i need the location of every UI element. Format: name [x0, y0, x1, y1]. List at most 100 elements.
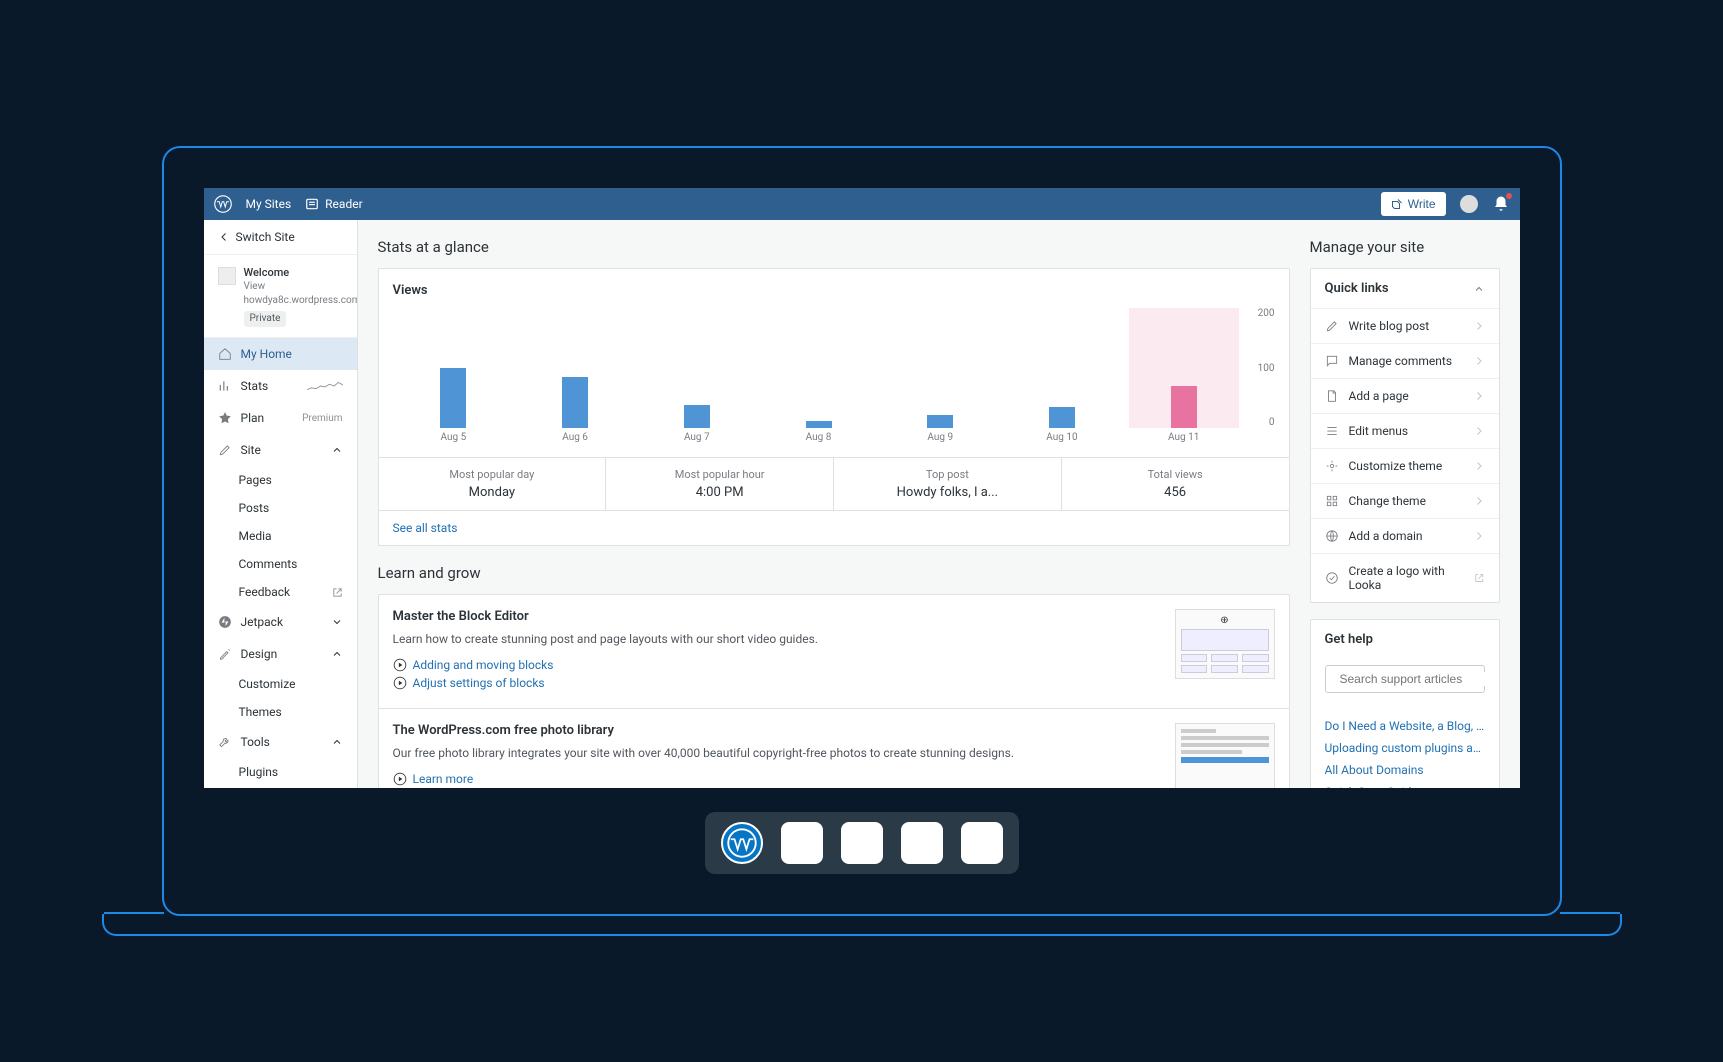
- switch-site-button[interactable]: Switch Site: [204, 220, 357, 255]
- reader-icon: [305, 197, 319, 211]
- nav-label: Jetpack: [241, 615, 284, 629]
- top-bar: My Sites Reader Write: [204, 188, 1520, 220]
- sidebar-sub-import[interactable]: Import: [204, 786, 357, 788]
- quick-link-menu[interactable]: Edit menus: [1311, 413, 1499, 448]
- chart-y-tick: 200: [1249, 308, 1275, 319]
- sidebar-item-jetpack[interactable]: Jetpack: [204, 606, 357, 638]
- chevron-right-icon: [1473, 495, 1485, 507]
- stats-summary-row: Most popular day Monday Most popular hour4…: [379, 457, 1289, 510]
- sidebar-sub-pages[interactable]: Pages: [204, 466, 357, 494]
- sidebar-item-stats[interactable]: Stats: [204, 370, 357, 402]
- stat-value: Monday: [383, 485, 602, 500]
- chevron-down-icon: [331, 616, 343, 628]
- chevron-right-icon: [1473, 530, 1485, 542]
- globe-icon: [1325, 529, 1339, 543]
- quick-link-label: Manage comments: [1349, 354, 1453, 368]
- dock-app-1[interactable]: [781, 822, 823, 864]
- quick-link-comment[interactable]: Manage comments: [1311, 343, 1499, 378]
- jetpack-icon: [218, 615, 232, 629]
- sidebar-item-tools[interactable]: Tools: [204, 726, 357, 758]
- nav-label: Site: [241, 443, 261, 457]
- notifications-button[interactable]: [1492, 195, 1510, 213]
- reader-link[interactable]: Reader: [305, 197, 362, 211]
- get-help-title: Get help: [1311, 620, 1499, 659]
- learn-title: The WordPress.com free photo library: [393, 723, 1161, 738]
- sidebar-sub-posts[interactable]: Posts: [204, 494, 357, 522]
- help-article-link[interactable]: Quick-Start Guide: [1325, 781, 1485, 788]
- dock: [204, 812, 1520, 874]
- customize-icon: [1325, 459, 1339, 473]
- chart-bar[interactable]: [764, 421, 874, 428]
- sidebar-item-plan[interactable]: Plan Premium: [204, 402, 357, 434]
- chart-x-label: Aug 10: [1007, 432, 1117, 443]
- learn-link[interactable]: Adjust settings of blocks: [393, 676, 1161, 690]
- site-info[interactable]: Welcome View howdya8c.wordpress.com Priv…: [204, 255, 357, 338]
- help-article-link[interactable]: All About Domains: [1325, 759, 1485, 781]
- sidebar-sub-themes[interactable]: Themes: [204, 698, 357, 726]
- quick-link-pencil[interactable]: Write blog post: [1311, 308, 1499, 343]
- learn-thumbnail: ⊕: [1175, 609, 1275, 679]
- learn-heading: Learn and grow: [378, 564, 1290, 582]
- chart-bar[interactable]: [1007, 407, 1117, 428]
- quick-link-grid[interactable]: Change theme: [1311, 483, 1499, 518]
- stat-label: Most popular day: [383, 468, 602, 481]
- write-button[interactable]: Write: [1381, 192, 1446, 216]
- quick-link-label: Edit menus: [1349, 424, 1409, 438]
- search-input-field[interactable]: [1340, 672, 1495, 686]
- wordpress-logo-icon: [214, 195, 232, 213]
- page-icon: [1325, 389, 1339, 403]
- star-icon: [218, 411, 232, 425]
- quick-links-header[interactable]: Quick links: [1311, 269, 1499, 308]
- quick-link-customize[interactable]: Customize theme: [1311, 448, 1499, 483]
- learn-link[interactable]: Adding and moving blocks: [393, 658, 1161, 672]
- search-support-input[interactable]: [1325, 665, 1485, 693]
- stat-cell: Total views456: [1062, 458, 1289, 510]
- chart-bar[interactable]: [520, 377, 630, 428]
- nav-label: Stats: [241, 379, 269, 393]
- get-help-panel: Get help Do I Need a Website, a Blog, or…: [1310, 619, 1500, 788]
- dock-app-2[interactable]: [841, 822, 883, 864]
- chart-bar[interactable]: [399, 368, 509, 428]
- sidebar-sub-comments[interactable]: Comments: [204, 550, 357, 578]
- help-article-link[interactable]: Do I Need a Website, a Blog, or a W...: [1325, 715, 1485, 737]
- chart-bar[interactable]: [885, 415, 995, 428]
- app-window: My Sites Reader Write: [204, 188, 1520, 788]
- avatar[interactable]: [1460, 195, 1478, 213]
- my-sites-link[interactable]: My Sites: [246, 197, 292, 211]
- notification-dot: [1506, 193, 1512, 199]
- dock-app-3[interactable]: [901, 822, 943, 864]
- external-link-icon: [332, 587, 343, 598]
- stat-value: 4:00 PM: [610, 485, 829, 500]
- dock-app-4[interactable]: [961, 822, 1003, 864]
- manage-site-heading: Manage your site: [1310, 238, 1500, 256]
- quick-link-label: Write blog post: [1349, 319, 1430, 333]
- learn-link[interactable]: Learn more: [393, 772, 1161, 786]
- stats-heading: Stats at a glance: [378, 238, 1290, 256]
- play-icon: [393, 658, 407, 672]
- help-article-link[interactable]: Uploading custom plugins and them...: [1325, 737, 1485, 759]
- learn-card: Master the Block EditorLearn how to crea…: [378, 594, 1290, 788]
- learn-desc: Our free photo library integrates your s…: [393, 744, 1161, 762]
- sidebar-item-my-home[interactable]: My Home: [204, 338, 357, 370]
- wordpress-icon: [727, 828, 757, 858]
- quick-link-looka[interactable]: Create a logo with Looka: [1311, 553, 1499, 602]
- site-url: View howdya8c.wordpress.com: [244, 280, 358, 308]
- stat-cell: Most popular hour4:00 PM: [606, 458, 834, 510]
- chart-bar[interactable]: [1129, 308, 1239, 428]
- sidebar-sub-media[interactable]: Media: [204, 522, 357, 550]
- chart-bar[interactable]: [642, 405, 752, 428]
- site-thumbnail: [218, 267, 236, 285]
- play-icon: [393, 772, 407, 786]
- sidebar-item-site[interactable]: Site: [204, 434, 357, 466]
- dock-wordpress-icon[interactable]: [721, 822, 763, 864]
- sidebar-sub-plugins[interactable]: Plugins: [204, 758, 357, 786]
- sidebar-sub-feedback[interactable]: Feedback: [204, 578, 357, 606]
- menu-icon: [1325, 424, 1339, 438]
- quick-link-globe[interactable]: Add a domain: [1311, 518, 1499, 553]
- see-all-stats-link[interactable]: See all stats: [379, 510, 1289, 545]
- quick-link-page[interactable]: Add a page: [1311, 378, 1499, 413]
- sidebar-sub-customize[interactable]: Customize: [204, 670, 357, 698]
- chevron-left-icon: [218, 231, 230, 243]
- sidebar-item-design[interactable]: Design: [204, 638, 357, 670]
- stat-value: 456: [1066, 485, 1285, 500]
